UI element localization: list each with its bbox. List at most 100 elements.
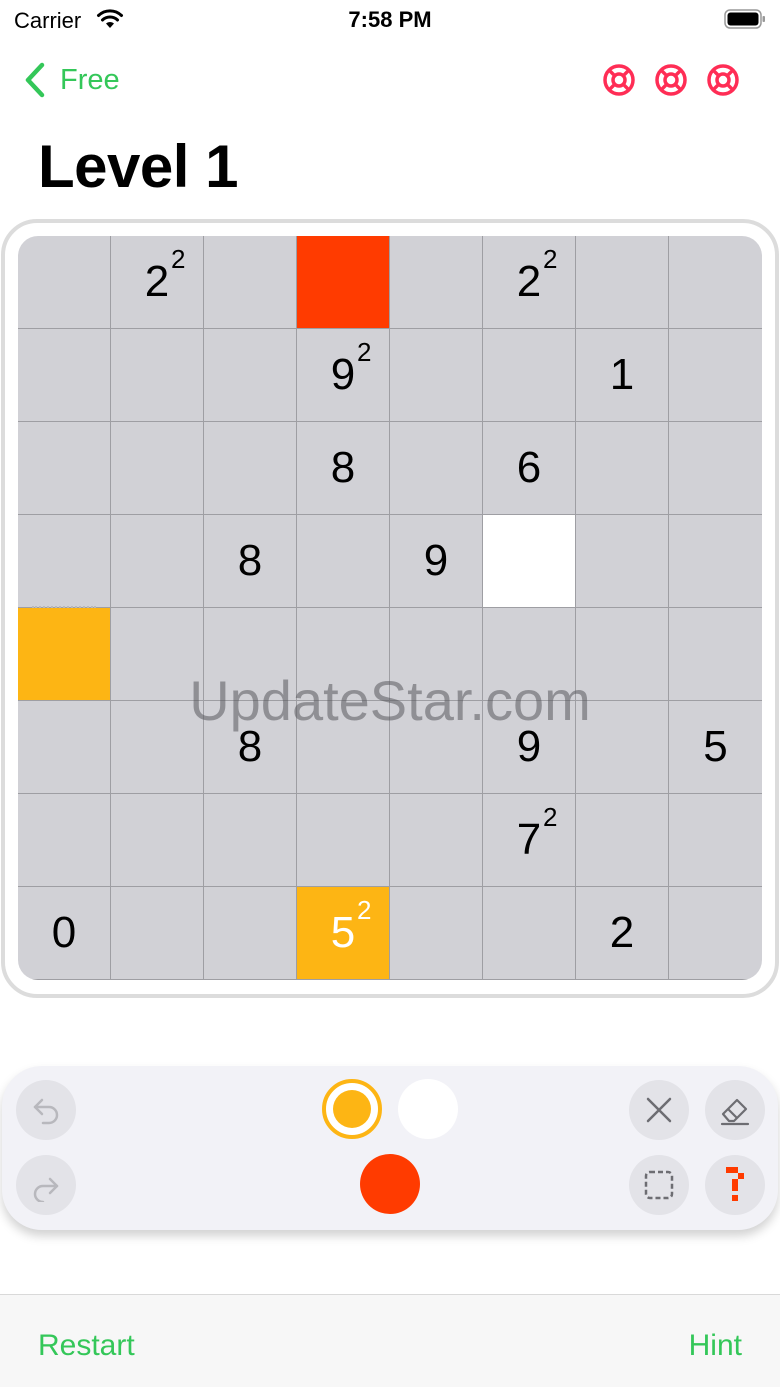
grid-cell[interactable] xyxy=(18,515,111,608)
grid-cell[interactable] xyxy=(390,794,483,887)
cell-number: 0 xyxy=(51,908,77,957)
clear-button[interactable] xyxy=(629,1080,689,1140)
grid-cell[interactable] xyxy=(390,608,483,701)
grid-cell[interactable] xyxy=(18,329,111,422)
grid-cell[interactable] xyxy=(111,515,204,608)
grid-cell[interactable] xyxy=(297,236,390,329)
cell-number: 9 xyxy=(423,536,449,585)
puzzle-grid: 22229218689895720522 xyxy=(18,236,762,980)
grid-cell[interactable] xyxy=(483,515,576,608)
grid-cell[interactable] xyxy=(669,608,762,701)
grid-cell[interactable] xyxy=(297,515,390,608)
clock: 7:58 PM xyxy=(348,7,432,32)
selection-icon xyxy=(644,1170,674,1200)
grid-cell[interactable] xyxy=(576,515,669,608)
grid-cell[interactable]: 1 xyxy=(576,329,669,422)
grid-cell[interactable] xyxy=(483,608,576,701)
grid-cell[interactable] xyxy=(390,701,483,794)
status-bar: Carrier 7:58 PM xyxy=(0,0,780,40)
grid-cell[interactable]: 8 xyxy=(297,422,390,515)
grid-cell[interactable]: 2 xyxy=(576,887,669,980)
grid-cell[interactable] xyxy=(576,236,669,329)
hint-tool-button[interactable] xyxy=(705,1155,765,1215)
grid-cell[interactable] xyxy=(669,887,762,980)
grid-cell[interactable] xyxy=(204,887,297,980)
back-label: Free xyxy=(60,63,120,96)
grid-cell[interactable] xyxy=(390,329,483,422)
eraser-icon xyxy=(720,1098,750,1126)
grid-cell[interactable]: 5 xyxy=(669,701,762,794)
lifebuoy-icon[interactable] xyxy=(654,63,688,97)
cell-number: 6 xyxy=(516,443,542,492)
close-icon xyxy=(646,1097,672,1123)
cell-number: 9 xyxy=(516,722,542,771)
grid-cell[interactable]: 72 xyxy=(483,794,576,887)
bottom-toolbar: Restart Hint xyxy=(0,1294,780,1387)
color-swatch-white[interactable] xyxy=(398,1079,458,1139)
cell-number: 1 xyxy=(609,350,635,399)
lifebuoy-icon[interactable] xyxy=(602,63,636,97)
grid-cell[interactable] xyxy=(18,794,111,887)
restart-button[interactable]: Restart xyxy=(38,1329,135,1363)
grid-cell[interactable] xyxy=(483,887,576,980)
grid-cell[interactable] xyxy=(390,422,483,515)
grid-cell[interactable] xyxy=(669,329,762,422)
grid-cell[interactable] xyxy=(390,236,483,329)
grid-cell[interactable] xyxy=(111,608,204,701)
grid-cell[interactable] xyxy=(111,701,204,794)
grid-cell[interactable] xyxy=(669,236,762,329)
grid-cell[interactable]: 52 xyxy=(297,887,390,980)
selected-color-dot xyxy=(333,1090,371,1128)
grid-cell[interactable] xyxy=(111,887,204,980)
grid-cell[interactable] xyxy=(576,701,669,794)
grid-cell[interactable]: 8 xyxy=(204,701,297,794)
grid-cell[interactable] xyxy=(669,515,762,608)
lifebuoy-group xyxy=(602,63,740,97)
cell-number: 2 xyxy=(516,257,542,306)
grid-cell[interactable] xyxy=(669,422,762,515)
grid-cell[interactable] xyxy=(576,608,669,701)
grid-cell[interactable] xyxy=(18,236,111,329)
grid-cell[interactable] xyxy=(297,608,390,701)
grid-cell[interactable] xyxy=(18,422,111,515)
grid-cell[interactable] xyxy=(669,794,762,887)
grid-cell[interactable] xyxy=(204,794,297,887)
grid-cell[interactable]: 92 xyxy=(297,329,390,422)
grid-cell[interactable]: 6 xyxy=(483,422,576,515)
grid-cell[interactable] xyxy=(18,701,111,794)
grid-cell[interactable]: 9 xyxy=(483,701,576,794)
grid-cell[interactable] xyxy=(576,794,669,887)
select-button[interactable] xyxy=(629,1155,689,1215)
grid-cell[interactable]: 0 xyxy=(18,887,111,980)
grid-cell[interactable] xyxy=(204,422,297,515)
grid-cell[interactable] xyxy=(111,794,204,887)
color-swatch-red[interactable] xyxy=(360,1154,420,1214)
lifebuoy-icon[interactable] xyxy=(706,63,740,97)
grid-cell[interactable] xyxy=(483,329,576,422)
grid-cell[interactable] xyxy=(204,329,297,422)
tool-panel xyxy=(2,1066,778,1230)
cell-superscript: 2 xyxy=(543,244,558,274)
redo-button[interactable] xyxy=(16,1155,76,1215)
grid-cell[interactable]: 9 xyxy=(390,515,483,608)
question-icon xyxy=(726,1167,744,1201)
cell-superscript: 2 xyxy=(357,337,372,367)
grid-cell[interactable] xyxy=(204,608,297,701)
color-swatch-orange[interactable] xyxy=(322,1079,382,1139)
grid-cell[interactable] xyxy=(111,329,204,422)
grid-cell[interactable] xyxy=(204,236,297,329)
eraser-button[interactable] xyxy=(705,1080,765,1140)
undo-button[interactable] xyxy=(16,1080,76,1140)
grid-cell[interactable]: 22 xyxy=(483,236,576,329)
grid-cell[interactable] xyxy=(297,701,390,794)
grid-cell[interactable] xyxy=(18,606,111,701)
grid-cell[interactable]: 22 xyxy=(111,236,204,329)
grid-cell[interactable] xyxy=(576,422,669,515)
hint-button[interactable]: Hint xyxy=(689,1329,742,1363)
grid-cell[interactable]: 8 xyxy=(204,515,297,608)
cell-number: 2 xyxy=(144,257,170,306)
grid-cell[interactable] xyxy=(111,422,204,515)
grid-cell[interactable] xyxy=(297,794,390,887)
grid-cell[interactable] xyxy=(390,887,483,980)
back-button[interactable]: Free xyxy=(22,60,120,100)
